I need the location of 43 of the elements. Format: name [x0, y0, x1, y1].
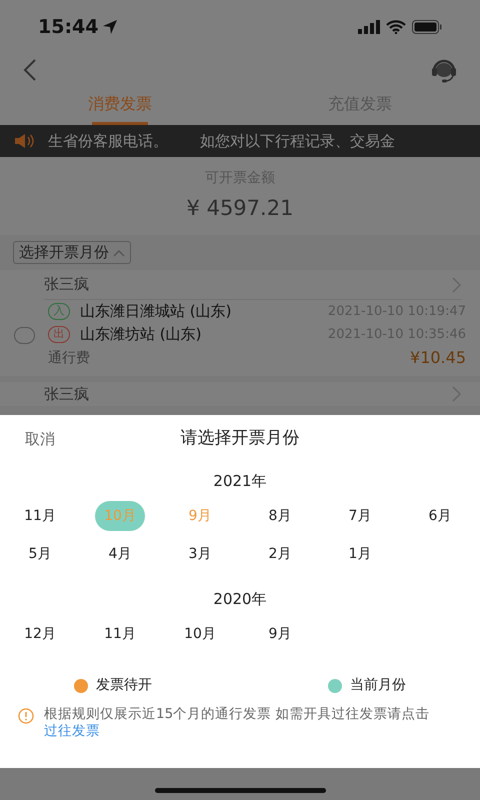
status-time: 15:44 — [38, 14, 98, 40]
record-name: 张三疯 — [44, 274, 89, 296]
chevron-right-icon — [452, 276, 462, 292]
note-text: 根据规则仅展示近15个月的通行发票 如需开具过往发票请点击 过往发票 — [44, 706, 430, 740]
station-name: 山东潍日潍城站 (山东) — [80, 301, 232, 322]
month-option[interactable]: 7月 — [335, 501, 385, 531]
month-option[interactable]: 6月 — [415, 501, 465, 531]
station-tag: 入 — [48, 303, 70, 320]
month-option[interactable]: 3月 — [175, 539, 225, 569]
legend-label: 当前月份 — [350, 676, 406, 695]
month-option[interactable]: 10月 — [175, 619, 225, 649]
month-option[interactable]: 11月 — [15, 501, 65, 531]
info-icon — [18, 708, 34, 724]
month-option[interactable]: 11月 — [95, 619, 145, 649]
month-option[interactable]: 4月 — [95, 539, 145, 569]
amount-value: ¥ 4597.21 — [186, 194, 294, 222]
chevron-right-icon — [452, 386, 462, 402]
legend-label: 发票待开 — [96, 676, 152, 695]
fee-amount: ¥10.45 — [410, 347, 466, 369]
station-tag: 出 — [48, 326, 70, 343]
month-filter-button[interactable]: 选择开票月份 — [13, 241, 131, 264]
month-option[interactable]: 1月 — [335, 539, 385, 569]
month-option[interactable]: 5月 — [15, 539, 65, 569]
record-name: 张三疯 — [44, 384, 89, 405]
month-option[interactable]: 12月 — [15, 619, 65, 649]
year-label: 2020年 — [213, 588, 267, 610]
speaker-icon — [14, 133, 34, 149]
location-arrow-icon — [102, 19, 118, 35]
station-name: 山东潍坊站 (山东) — [80, 324, 202, 346]
month-option[interactable]: 8月 — [255, 501, 305, 531]
month-option[interactable]: 9月 — [255, 619, 305, 649]
year-label: 2021年 — [213, 470, 267, 492]
signal-icon — [358, 20, 380, 34]
battery-icon — [412, 20, 442, 34]
cancel-button[interactable]: 取消 — [25, 428, 55, 450]
wifi-icon — [386, 20, 406, 34]
notice-text: 生省份客服电话。 — [48, 130, 168, 152]
sheet-title: 请选择开票月份 — [180, 427, 300, 450]
caret-icon — [113, 248, 125, 256]
record-checkbox[interactable] — [14, 326, 34, 344]
fee-label: 通行费 — [48, 348, 90, 368]
notice-text: 如您对以下行程记录、交易金 — [200, 130, 395, 152]
month-option[interactable]: 2月 — [255, 539, 305, 569]
